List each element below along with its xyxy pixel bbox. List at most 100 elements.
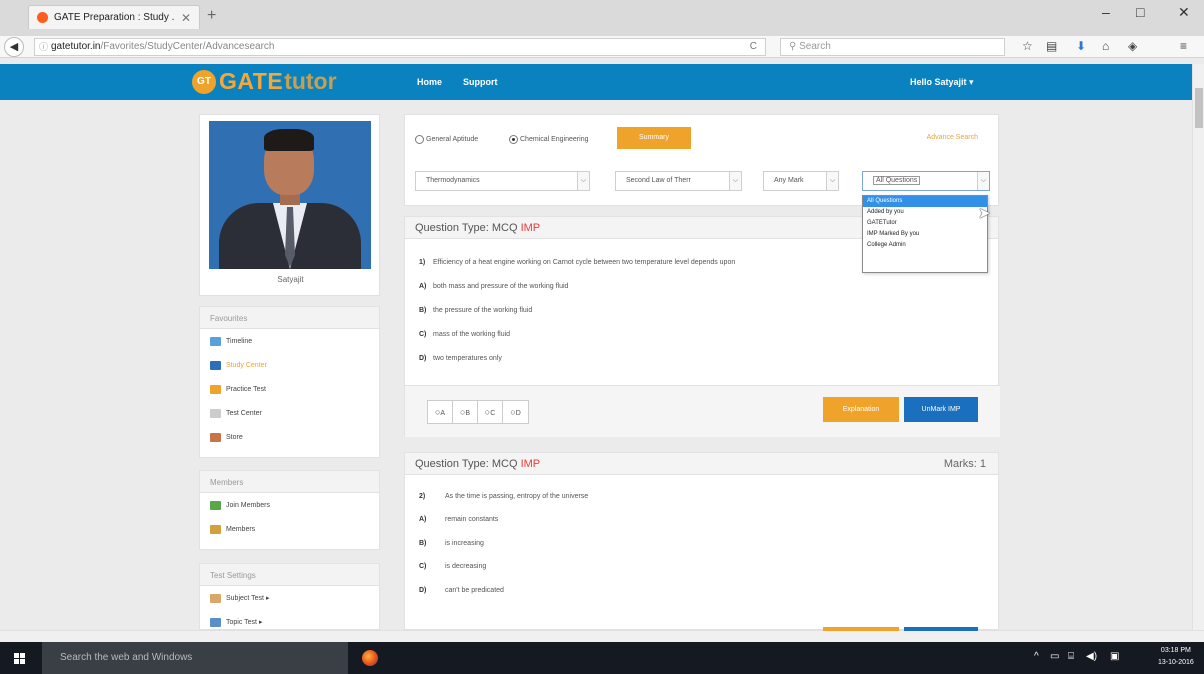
volume-icon[interactable]: ◀) [1086,651,1097,662]
sidebar-item-test-center[interactable]: Test Center [200,401,379,425]
question-body: Efficiency of a heat engine working on C… [433,259,736,266]
question-marks: Marks: 1 [943,458,986,470]
sidebar-item-store[interactable]: Store [200,425,379,449]
sidebar-item-members[interactable]: Members [200,517,379,541]
topic-select-value: Second Law of Therr [626,177,691,184]
option-b: B) is increasing [419,540,484,547]
search-placeholder: Search [799,41,831,52]
network-icon[interactable]: ⌸ [1068,651,1074,662]
topic-select[interactable]: Second Law of Therr ⌵ [615,171,742,191]
profile-card: Satyajit [199,114,380,296]
option-label: A) [419,516,427,523]
option-label: C) [419,331,427,338]
back-arrow-icon[interactable]: ◀ [4,37,24,57]
mark-select[interactable]: Any Mark ⌵ [763,171,839,191]
answer-c-button[interactable]: ○C [478,401,503,423]
nav-support-link[interactable]: Support [463,77,498,87]
chevron-down-icon[interactable]: ⌵ [826,172,838,190]
chevron-down-icon[interactable]: ⌵ [729,172,741,190]
logo-badge: GT [192,69,216,94]
tray-chevron-icon[interactable]: ^ [1034,651,1039,662]
radio-circle[interactable] [415,135,424,144]
radio-general-aptitude[interactable]: General Aptitude [415,135,478,144]
new-tab-button[interactable]: + [207,7,216,25]
tab-close-icon[interactable]: ✕ [181,11,191,25]
reading-list-icon[interactable]: ▤ [1046,39,1057,53]
question-number: 1) [419,259,426,266]
radio-chemical-engineering[interactable]: Chemical Engineering [509,135,588,144]
browser-nav-bar: ◀ ⓘ gatetutor.in/Favorites/StudyCenter/A… [0,36,1204,58]
radio-circle-selected[interactable] [509,135,518,144]
horizontal-scrollbar[interactable] [0,630,1204,642]
pocket-icon[interactable]: ◈ [1128,39,1137,53]
url-path: /Favorites/StudyCenter/Advancesearch [100,41,275,52]
home-icon[interactable]: ⌂ [1102,39,1109,53]
sidebar-item-timeline[interactable]: Timeline [200,329,379,353]
sidebar-item-label: Study Center [226,361,267,369]
address-bar[interactable]: ⓘ gatetutor.in/Favorites/StudyCenter/Adv… [34,38,766,56]
option-label: D) [419,355,427,362]
logo-text-tutor: tutor [284,68,337,94]
summary-button[interactable]: Summary [617,127,691,149]
url-host: gatetutor.in [51,41,101,52]
sidebar-item-icon [210,617,221,627]
logo-text-gate: GATE [219,68,284,94]
question-text: 1) Efficiency of a heat engine working on… [419,259,735,266]
subject-select[interactable]: Thermodynamics ⌵ [415,171,590,191]
answer-d-button[interactable]: ○D [503,401,528,423]
user-menu[interactable]: Hello Satyajit ▾ [910,77,974,88]
question-filter-value: All Questions [873,176,921,185]
windows-start-icon[interactable] [14,653,25,664]
reload-icon[interactable]: C [750,39,757,55]
notification-icon[interactable]: ▣ [1110,651,1119,662]
explanation-button[interactable]: Explanation [823,397,899,422]
option-d: D) two temperatures only [419,355,502,362]
nav-home-link[interactable]: Home [417,77,442,87]
taskbar-search-input[interactable]: Search the web and Windows [42,642,348,674]
sidebar-item-label: Subject Test ▸ [226,595,270,602]
option-label: B) [419,540,427,547]
option-a: A) remain constants [419,516,498,523]
battery-icon[interactable]: ▭ [1050,651,1059,662]
answer-a-button[interactable]: ○A [428,401,453,423]
answer-b-button[interactable]: ○B [453,401,478,423]
menu-icon[interactable]: ≡ [1180,39,1187,53]
sidebar-item-topic-test[interactable]: Topic Test ▸ [200,610,379,629]
bookmark-star-icon[interactable]: ☆ [1022,39,1033,53]
sidebar-item-label: Topic Test ▸ [226,619,263,626]
chevron-down-icon[interactable]: ⌵ [977,172,989,190]
browser-tab[interactable]: GATE Preparation : Study ... ✕ [28,5,200,29]
option-label: C) [419,563,427,570]
dropdown-option[interactable]: College Admin [863,240,987,251]
sidebar-item-join-members[interactable]: Join Members [200,493,379,517]
sidebar-item-subject-test[interactable]: Subject Test ▸ [200,586,379,610]
maximize-button[interactable]: □ [1136,4,1144,20]
info-icon: ⓘ [39,42,49,52]
minimize-button[interactable]: – [1102,4,1110,20]
option-text: both mass and pressure of the working fl… [433,283,569,290]
clock-date: 13-10-2016 [1158,659,1194,666]
advance-search-link[interactable]: Advance Search [927,134,978,141]
browser-search-input[interactable]: ⚲ Search [780,38,1005,56]
gatetutor-logo[interactable]: GT GATE tutor [192,68,337,95]
dropdown-option[interactable]: IMP Marked By you [863,229,987,240]
unmark-imp-button[interactable]: UnMark IMP [904,397,978,422]
sidebar-item-practice-test[interactable]: Practice Test [200,377,379,401]
scrollbar-thumb[interactable] [1195,88,1203,128]
vertical-scrollbar[interactable] [1192,64,1204,630]
sidebar-item-label: Store [226,433,243,441]
sidebar-item-study-center[interactable]: Study Center [200,353,379,377]
dropdown-option[interactable]: All Questions [863,196,987,207]
dropdown-option[interactable]: Added by you [863,207,987,218]
firefox-icon[interactable] [362,650,378,666]
download-icon[interactable]: ⬇ [1076,39,1086,53]
dropdown-option[interactable]: GATETutor [863,218,987,229]
question-filter-select[interactable]: All Questions ⌵ [862,171,990,191]
close-window-button[interactable]: ✕ [1178,4,1190,21]
question-filter-dropdown: All Questions Added by you GATETutor IMP Ma… [862,195,988,273]
taskbar-clock[interactable]: 03:18 PM 13-10-2016 [1158,645,1194,669]
chevron-down-icon[interactable]: ⌵ [577,172,589,190]
question-number: 2) [419,493,426,500]
option-text: remain constants [445,516,499,523]
option-text: two temperatures only [433,355,502,362]
